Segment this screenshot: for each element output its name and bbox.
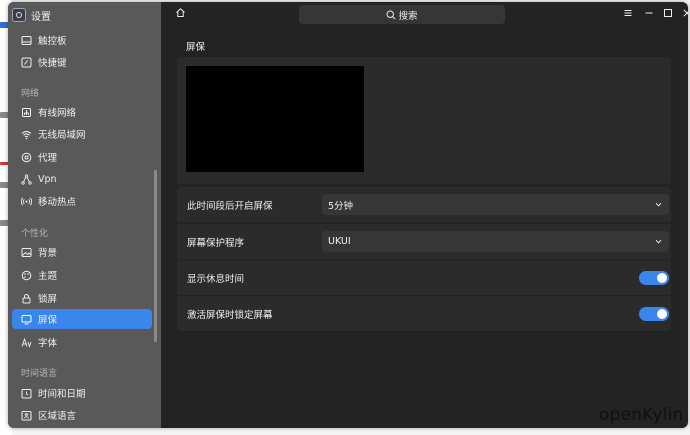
sidebar-item-proxy[interactable]: 代理 xyxy=(12,147,152,167)
sidebar-item-date-time[interactable]: 时间和日期 xyxy=(12,383,152,403)
minimize-button[interactable] xyxy=(641,6,657,22)
sidebar-item-label: 背景 xyxy=(38,248,58,259)
show-rest-time-toggle[interactable] xyxy=(639,271,669,285)
sidebar-item-wired-network[interactable]: 有线网络 xyxy=(12,102,152,122)
settings-window: 设置 触控板 快捷键 网络 有线网络 无线局域网 代理 Vpn 移动热点 个性化… xyxy=(8,2,688,428)
theme-icon xyxy=(21,270,32,281)
maximize-button[interactable] xyxy=(660,6,676,22)
setting-row-show-rest-time: 显示休息时间 xyxy=(177,260,671,295)
dropdown-value: 5分钟 xyxy=(328,200,354,212)
vpn-icon xyxy=(21,173,32,185)
screensaver-preview xyxy=(186,66,364,172)
sidebar-item-theme[interactable]: 主题 xyxy=(12,265,152,285)
sidebar-item-label: 触控板 xyxy=(38,36,67,47)
sidebar-item-label: 区域语言 xyxy=(38,411,77,422)
settings-app-icon xyxy=(12,8,26,22)
page-title: 屏保 xyxy=(186,42,206,53)
screensaver-icon xyxy=(21,314,32,325)
idle-time-dropdown[interactable]: 5分钟 xyxy=(322,194,669,215)
region-language-icon xyxy=(21,410,32,421)
setting-label: 此时间段后开启屏保 xyxy=(187,200,273,212)
sidebar-group-personalization: 个性化 xyxy=(21,229,49,239)
hotspot-icon xyxy=(21,196,32,207)
sidebar-item-label: 代理 xyxy=(38,153,58,164)
sidebar-item-label: 移动热点 xyxy=(38,197,77,208)
close-icon xyxy=(682,8,688,21)
sidebar-item-label: 屏保 xyxy=(38,315,58,326)
minimize-icon xyxy=(644,8,654,21)
sidebar: 设置 触控板 快捷键 网络 有线网络 无线局域网 代理 Vpn 移动热点 个性化… xyxy=(8,2,161,428)
sidebar-item-label: 无线局域网 xyxy=(38,130,86,141)
wifi-icon xyxy=(21,129,32,140)
touchpad-icon xyxy=(21,35,32,46)
setting-row-idle-time: 此时间段后开启屏保 5分钟 xyxy=(177,187,671,222)
watermark-logo: openKylin xyxy=(599,405,684,425)
search-placeholder: 搜索 xyxy=(398,10,418,22)
sidebar-item-background[interactable]: 背景 xyxy=(12,242,152,262)
setting-label: 显示休息时间 xyxy=(187,273,245,285)
proxy-icon xyxy=(21,152,32,163)
lock-screen-icon xyxy=(21,293,32,304)
background-icon xyxy=(21,247,32,258)
sidebar-item-label: 有线网络 xyxy=(38,108,77,119)
sidebar-scrollbar[interactable] xyxy=(154,170,157,342)
close-button[interactable] xyxy=(679,6,688,22)
menu-button[interactable] xyxy=(620,6,636,22)
chevron-down-icon xyxy=(654,200,663,209)
dropdown-value: UKUI xyxy=(328,236,351,247)
sidebar-item-font[interactable]: 字体 xyxy=(12,332,152,352)
setting-row-screensaver-program: 屏幕保护程序 UKUI xyxy=(177,224,671,259)
sidebar-group-time-language: 时间语言 xyxy=(21,369,58,379)
sidebar-item-wireless[interactable]: 无线局域网 xyxy=(12,124,152,144)
sidebar-item-lock-screen[interactable]: 锁屏 xyxy=(12,288,152,308)
menu-icon xyxy=(623,8,633,21)
app-title: 设置 xyxy=(31,11,51,23)
sidebar-item-shortcuts[interactable]: 快捷键 xyxy=(12,52,152,72)
titlebar: 搜索 xyxy=(161,2,688,28)
wired-network-icon xyxy=(21,107,32,118)
sidebar-item-label: 快捷键 xyxy=(38,58,67,69)
toggle-knob xyxy=(657,273,667,283)
sidebar-group-network: 网络 xyxy=(21,89,40,99)
font-icon xyxy=(21,337,32,348)
keyboard-shortcut-icon xyxy=(21,57,32,68)
search-input[interactable]: 搜索 xyxy=(299,5,505,24)
home-button[interactable] xyxy=(172,6,188,22)
sidebar-item-region-language[interactable]: 区域语言 xyxy=(12,405,152,425)
sidebar-item-label: 主题 xyxy=(38,271,58,282)
setting-label: 激活屏保时锁定屏幕 xyxy=(187,309,273,321)
sidebar-item-hotspot[interactable]: 移动热点 xyxy=(12,191,152,211)
maximize-icon xyxy=(663,8,673,21)
sidebar-item-label: 字体 xyxy=(38,338,58,349)
sidebar-item-screensaver[interactable]: 屏保 xyxy=(12,309,152,329)
sidebar-item-label: 锁屏 xyxy=(38,294,58,305)
sidebar-header: 设置 xyxy=(12,7,51,23)
home-icon xyxy=(175,7,186,21)
sidebar-item-vpn[interactable]: Vpn xyxy=(12,169,152,189)
toggle-knob xyxy=(657,309,667,319)
screensaver-program-dropdown[interactable]: UKUI xyxy=(322,231,669,252)
screensaver-preview-panel xyxy=(177,57,671,184)
search-icon xyxy=(386,9,397,20)
setting-label: 屏幕保护程序 xyxy=(187,237,245,249)
clock-icon xyxy=(21,388,32,399)
sidebar-item-label: 时间和日期 xyxy=(38,389,86,400)
sidebar-item-touchpad[interactable]: 触控板 xyxy=(12,30,152,50)
lock-on-activate-toggle[interactable] xyxy=(639,307,669,321)
sidebar-item-label: Vpn xyxy=(38,173,57,185)
chevron-down-icon xyxy=(654,237,663,246)
setting-row-lock-on-activate: 激活屏保时锁定屏幕 xyxy=(177,296,671,331)
